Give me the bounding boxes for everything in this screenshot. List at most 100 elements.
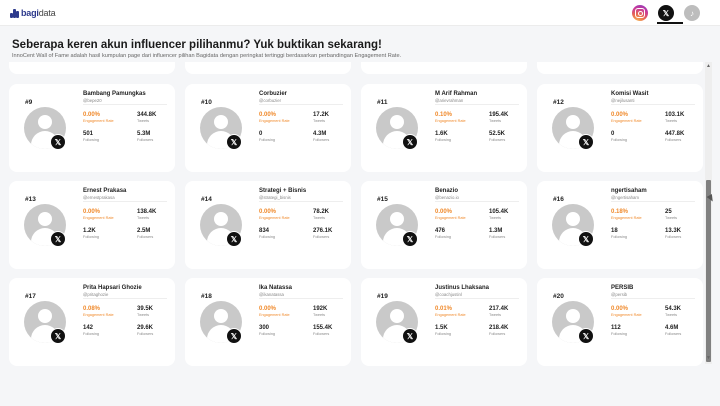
influencer-card[interactable]: #15 𝕏 Benazio @benazio.io 0.00% Engagement Ra… <box>361 181 527 269</box>
x-logo-icon: 𝕏 <box>50 134 66 150</box>
tweets-stat: 195.4K Tweets <box>489 112 509 123</box>
influencer-card[interactable]: #17 𝕏 Prita Hapsari Ghozie @pritaghozie 0.08… <box>9 278 175 366</box>
influencer-handle: @ngertisaham <box>611 195 640 200</box>
tweets-stat: 138.4K Tweets <box>137 209 157 220</box>
followers-stat: 276.1K Followers <box>313 228 333 239</box>
page-title: Seberapa keren akun influencer pilihanmu… <box>12 39 382 51</box>
engagement-rate-stat: 0.00% Engagement Rate <box>611 112 642 123</box>
following-stat: 0 Following <box>611 131 628 142</box>
following-stat: 1.2K Following <box>83 228 100 239</box>
following-stat: 18 Following <box>611 228 628 239</box>
followers-stat: 52.5K Followers <box>489 131 506 142</box>
divider <box>259 298 343 299</box>
engagement-rate-stat: 0.18% Engagement Rate <box>611 209 642 220</box>
top-navbar: bagidata 𝕏 ♪ <box>0 0 720 26</box>
x-logo-icon: 𝕏 <box>226 231 242 247</box>
logo-text: bagidata <box>21 8 56 18</box>
x-logo-icon: 𝕏 <box>226 328 242 344</box>
divider <box>611 104 695 105</box>
tweets-stat: 39.5K Tweets <box>137 306 154 317</box>
title-section: Seberapa keren akun influencer pilihanmu… <box>0 26 712 62</box>
influencer-card[interactable]: #19 𝕏 Justinus Lhaksana @coachjustinl 0.01% E… <box>361 278 527 366</box>
followers-stat: 4.6M Followers <box>665 325 682 336</box>
divider <box>435 104 519 105</box>
instagram-icon[interactable] <box>632 5 648 21</box>
followers-stat: 447.8K Followers <box>665 131 685 142</box>
tweets-stat: 54.3K Tweets <box>665 306 682 317</box>
engagement-rate-stat: 0.00% Engagement Rate <box>259 112 290 123</box>
divider <box>83 298 167 299</box>
following-stat: 0 Following <box>259 131 276 142</box>
influencer-handle: @strategi_bisnis <box>259 195 291 200</box>
influencer-card[interactable]: #9 𝕏 Bambang Pamungkas @bepe20 0.00% Engageme… <box>9 84 175 172</box>
x-logo-icon: 𝕏 <box>578 328 594 344</box>
influencer-handle: @bepe20 <box>83 98 102 103</box>
engagement-rate-stat: 0.00% Engagement Rate <box>611 306 642 317</box>
card-partial <box>537 62 703 74</box>
rank-label: #9 <box>25 99 33 106</box>
x-logo-icon: 𝕏 <box>578 231 594 247</box>
influencer-card[interactable]: #18 𝕏 Ika Natassa @ikanatassa 0.00% Engagemen… <box>185 278 351 366</box>
influencer-name: ngertisaham <box>611 188 647 194</box>
tiktok-icon[interactable]: ♪ <box>684 5 700 21</box>
platform-switcher: 𝕏 ♪ <box>632 5 700 21</box>
scrollbar-thumb[interactable] <box>706 180 711 362</box>
influencer-name: Prita Hapsari Ghozie <box>83 285 142 291</box>
influencer-handle: @ikanatassa <box>259 292 284 297</box>
followers-stat: 155.4K Followers <box>313 325 333 336</box>
following-stat: 476 Following <box>435 228 452 239</box>
rank-label: #14 <box>201 196 212 203</box>
following-stat: 834 Following <box>259 228 276 239</box>
divider <box>435 201 519 202</box>
followers-stat: 218.4K Followers <box>489 325 509 336</box>
x-logo-icon: 𝕏 <box>402 134 418 150</box>
scroll-up-arrow-icon[interactable]: ▲ <box>706 63 711 69</box>
engagement-rate-stat: 0.08% Engagement Rate <box>83 306 114 317</box>
influencer-card[interactable]: #20 𝕏 PERSIB @persib 0.00% Engagement Rate 54.… <box>537 278 703 366</box>
x-logo-icon: 𝕏 <box>50 328 66 344</box>
x-logo-icon: 𝕏 <box>402 231 418 247</box>
influencer-card[interactable]: #10 𝕏 Corbuzier @corbuzier 0.00% Engagement R… <box>185 84 351 172</box>
influencer-handle: @ernestprakasa <box>83 195 115 200</box>
card-partial <box>361 62 527 74</box>
engagement-rate-stat: 0.00% Engagement Rate <box>83 209 114 220</box>
tweets-stat: 103.1K Tweets <box>665 112 685 123</box>
following-stat: 112 Following <box>611 325 628 336</box>
influencer-name: Strategi + Bisnis <box>259 188 307 194</box>
following-stat: 142 Following <box>83 325 100 336</box>
influencer-card[interactable]: #16 𝕏ngertisaham @ngertisaham 0.18% Engageme… <box>537 181 703 269</box>
divider <box>435 298 519 299</box>
influencer-card[interactable]: #12 𝕏 Komisi Wasit @nejilusanti 0.00% Engagem… <box>537 84 703 172</box>
rank-label: #12 <box>553 99 564 106</box>
engagement-rate-stat: 0.00% Engagement Rate <box>435 209 466 220</box>
influencer-name: Bambang Pamungkas <box>83 91 146 97</box>
divider <box>83 104 167 105</box>
rank-label: #17 <box>25 293 36 300</box>
influencer-name: Komisi Wasit <box>611 91 649 97</box>
influencer-card[interactable]: #13 𝕏 Ernest Prakasa @ernestprakasa 0.00% Eng… <box>9 181 175 269</box>
followers-stat: 29.6K Followers <box>137 325 154 336</box>
bagidata-logo[interactable]: bagidata <box>10 7 56 19</box>
divider <box>611 201 695 202</box>
scroll-down-arrow-icon[interactable]: ▼ <box>706 355 711 361</box>
followers-stat: 5.3M Followers <box>137 131 154 142</box>
influencer-card[interactable]: #14 𝕏 Strategi + Bisnis @strategi_bisnis 0.0… <box>185 181 351 269</box>
divider <box>259 201 343 202</box>
following-stat: 1.5K Following <box>435 325 452 336</box>
influencer-handle: @corbuzier <box>259 98 282 103</box>
rank-label: #10 <box>201 99 212 106</box>
x-logo-icon: 𝕏 <box>50 231 66 247</box>
rank-label: #18 <box>201 293 212 300</box>
influencer-handle: @pritaghozie <box>83 292 109 297</box>
x-logo-icon[interactable]: 𝕏 <box>658 5 674 21</box>
engagement-rate-stat: 0.10% Engagement Rate <box>435 112 466 123</box>
influencer-handle: @persib <box>611 292 628 297</box>
tweets-stat: 217.4K Tweets <box>489 306 509 317</box>
engagement-rate-stat: 0.01% Engagement Rate <box>435 306 466 317</box>
influencer-card[interactable]: #11 𝕏 M Arif Rahman @arievrahman 0.10% Engage… <box>361 84 527 172</box>
influencer-name: Ika Natassa <box>259 285 293 291</box>
tweets-stat: 192K Tweets <box>313 306 328 317</box>
card-partial <box>185 62 351 74</box>
engagement-rate-stat: 0.00% Engagement Rate <box>83 112 114 123</box>
influencer-handle: @arievrahman <box>435 98 464 103</box>
